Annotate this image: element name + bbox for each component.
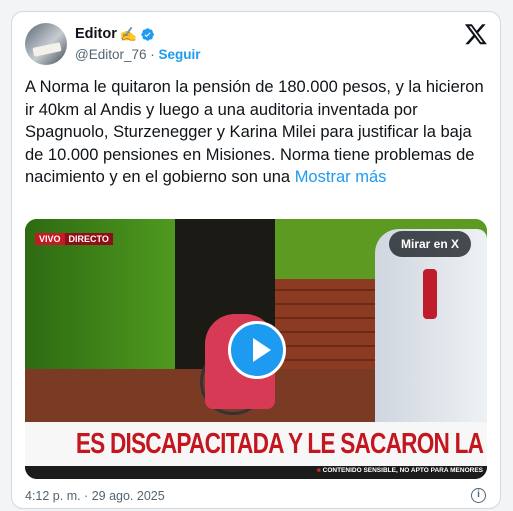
- tweet-text: A Norma le quitaron la pensión de 180.00…: [25, 76, 487, 189]
- scene-microphone: [423, 269, 437, 319]
- tweet-body: A Norma le quitaron la pensión de 180.00…: [25, 78, 484, 186]
- tweet-timestamp[interactable]: 4:12 p. m. · 29 ago. 2025: [25, 489, 165, 503]
- warning-strip: CONTENIDO SENSIBLE, NO APTO PARA MENORES: [25, 466, 487, 479]
- author-name-row: Editor ✍️: [75, 26, 155, 42]
- live-label-direct: DIRECTO: [64, 233, 113, 245]
- play-icon[interactable]: [228, 321, 286, 379]
- caption-banner: ES DISCAPACITADA Y LE SACARON LA PENSIÓN: [25, 422, 487, 466]
- writing-hand-emoji: ✍️: [119, 26, 138, 42]
- scene-reporter: [375, 229, 487, 429]
- info-icon[interactable]: i: [471, 488, 486, 503]
- handle-row: @Editor_76 · Seguir: [75, 47, 201, 62]
- live-label: VIVO: [35, 233, 65, 245]
- author-handle[interactable]: @Editor_76: [75, 47, 147, 62]
- watch-on-x-button[interactable]: Mirar en X: [389, 231, 472, 257]
- show-more-link[interactable]: Mostrar más: [295, 168, 387, 186]
- video-media[interactable]: VIVO DIRECTO Mirar en X ES DISCAPACITADA…: [25, 219, 487, 479]
- avatar[interactable]: [25, 23, 67, 65]
- follow-button[interactable]: Seguir: [159, 47, 201, 62]
- caption-banner-text: ES DISCAPACITADA Y LE SACARON LA PENSIÓN: [75, 428, 487, 460]
- live-badge: VIVO DIRECTO: [35, 233, 113, 245]
- sensitive-content-warning: CONTENIDO SENSIBLE, NO APTO PARA MENORES: [317, 467, 483, 474]
- author-name[interactable]: Editor: [75, 26, 117, 42]
- verified-badge-icon: [141, 27, 155, 41]
- x-logo-icon[interactable]: [464, 22, 488, 46]
- separator-dot: ·: [150, 47, 155, 62]
- tweet-card: Editor ✍️ @Editor_76 · Seguir A Norma le…: [11, 11, 501, 509]
